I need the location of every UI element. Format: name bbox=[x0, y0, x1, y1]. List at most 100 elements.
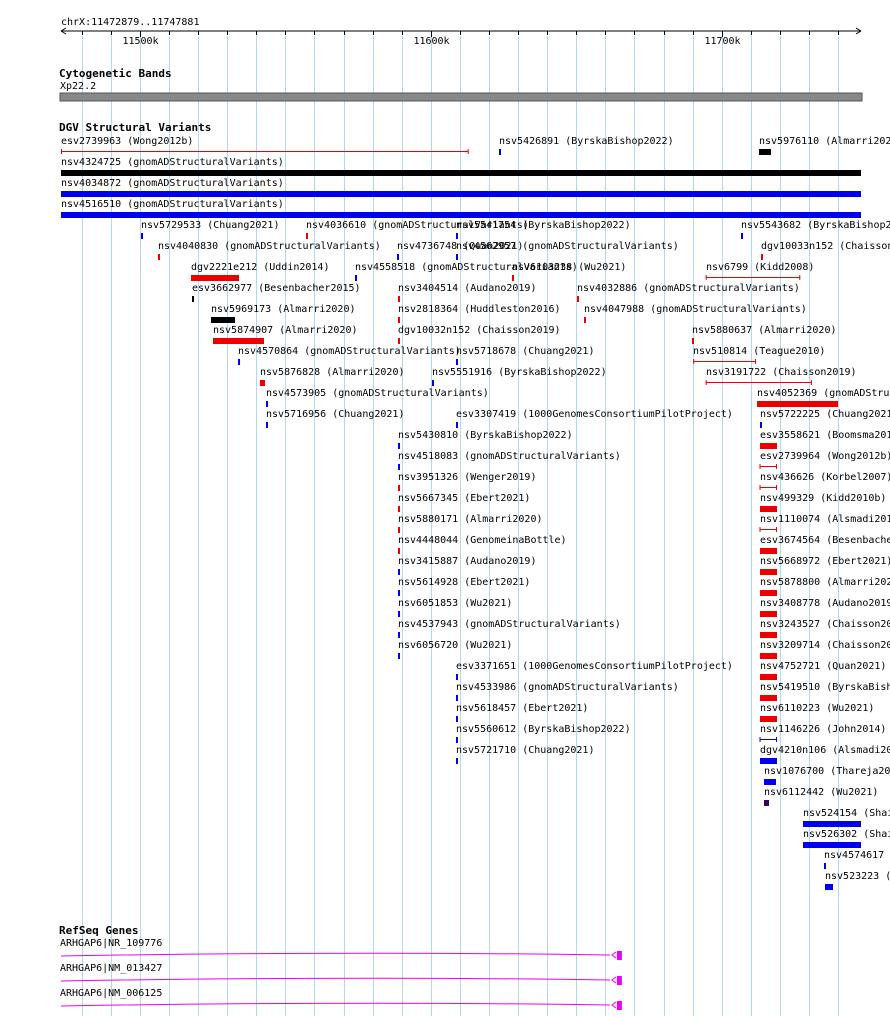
feature-glyph[interactable] bbox=[692, 338, 694, 344]
dgv-feature[interactable]: nsv1076700 (Thareja2015) bbox=[764, 766, 890, 785]
feature-glyph[interactable] bbox=[260, 380, 265, 386]
gene-exon[interactable] bbox=[616, 1001, 622, 1010]
dgv-feature[interactable]: nsv5876828 (Almarri2020) bbox=[260, 367, 405, 386]
dgv-feature[interactable]: nsv6799 (Kidd2008) bbox=[705, 262, 815, 280]
feature-glyph[interactable] bbox=[757, 401, 838, 407]
feature-glyph[interactable] bbox=[456, 674, 458, 680]
dgv-feature[interactable]: dgv10032n152 (Chaisson2019) bbox=[398, 325, 561, 344]
feature-glyph[interactable] bbox=[760, 506, 777, 512]
dgv-feature[interactable]: nsv5878800 (Almarri2020) bbox=[760, 577, 890, 596]
dgv-feature[interactable]: nsv4570864 (gnomADStructuralVariants) bbox=[238, 346, 461, 365]
dgv-feature[interactable]: nsv3408778 (Audano2019) bbox=[760, 598, 890, 617]
feature-glyph[interactable] bbox=[825, 884, 833, 890]
feature-glyph[interactable] bbox=[764, 800, 769, 806]
dgv-feature[interactable]: nsv5543682 (ByrskaBishop2022) bbox=[741, 220, 890, 239]
feature-glyph[interactable] bbox=[760, 695, 777, 701]
feature-glyph[interactable] bbox=[456, 233, 458, 239]
dgv-feature[interactable]: nsv5729533 (Chuang2021) bbox=[141, 220, 279, 239]
feature-glyph[interactable] bbox=[456, 422, 458, 428]
feature-glyph[interactable] bbox=[238, 359, 240, 365]
cytoband-bar[interactable] bbox=[59, 92, 863, 102]
dgv-feature[interactable]: nsv5667345 (Ebert2021) bbox=[398, 493, 530, 512]
dgv-feature[interactable]: nsv4752721 (Quan2021) bbox=[760, 661, 886, 680]
feature-glyph[interactable] bbox=[499, 149, 501, 155]
dgv-feature[interactable]: esv3307419 (1000GenomesConsortiumPilotPr… bbox=[456, 409, 733, 428]
refseq-gene[interactable]: ARHGAP6|NM_006125 bbox=[60, 988, 622, 1010]
dgv-feature[interactable]: dgv4210n106 (Alsmadi2014) bbox=[760, 745, 890, 764]
feature-glyph[interactable] bbox=[760, 569, 777, 575]
gene-exon[interactable] bbox=[616, 951, 622, 960]
feature-glyph[interactable] bbox=[764, 779, 776, 785]
dgv-feature[interactable]: nsv5880171 (Almarri2020) bbox=[398, 514, 543, 533]
dgv-feature[interactable]: esv3674564 (Besenbacher2015) bbox=[760, 535, 890, 554]
feature-glyph[interactable] bbox=[456, 716, 458, 722]
dgv-feature[interactable]: nsv5716956 (Chuang2021) bbox=[266, 409, 404, 428]
dgv-feature[interactable]: nsv5721710 (Chuang2021) bbox=[456, 745, 594, 764]
feature-glyph[interactable] bbox=[512, 275, 514, 281]
dgv-feature[interactable]: nsv510814 (Teague2010) bbox=[693, 346, 825, 364]
dgv-feature[interactable]: nsv5618457 (Ebert2021) bbox=[456, 703, 588, 722]
feature-glyph[interactable] bbox=[761, 254, 763, 260]
feature-glyph[interactable] bbox=[760, 422, 762, 428]
dgv-feature[interactable]: nsv3209714 (Chaisson2019) bbox=[760, 640, 890, 659]
dgv-feature[interactable]: esv3558621 (Boomsma2014) bbox=[760, 430, 890, 449]
feature-glyph[interactable] bbox=[192, 296, 194, 302]
dgv-feature[interactable]: nsv436626 (Korbel2007) bbox=[759, 472, 890, 490]
feature-glyph[interactable] bbox=[398, 611, 400, 617]
feature-glyph[interactable] bbox=[760, 653, 777, 659]
feature-glyph[interactable] bbox=[398, 485, 400, 491]
feature-glyph[interactable] bbox=[760, 716, 777, 722]
dgv-feature[interactable]: nsv2818364 (Huddleston2016) bbox=[398, 304, 561, 323]
dgv-feature[interactable]: nsv6103238 (Wu2021) bbox=[512, 262, 626, 281]
feature-glyph[interactable] bbox=[398, 506, 400, 512]
feature-glyph[interactable] bbox=[456, 695, 458, 701]
dgv-feature[interactable]: nsv5668972 (Ebert2021) bbox=[760, 556, 890, 575]
dgv-feature[interactable]: nsv5560612 (ByrskaBishop2022) bbox=[456, 724, 631, 743]
dgv-feature[interactable]: nsv6056720 (Wu2021) bbox=[398, 640, 512, 659]
feature-glyph[interactable] bbox=[760, 758, 777, 764]
feature-glyph[interactable] bbox=[191, 275, 239, 281]
dgv-feature[interactable]: nsv526302 (Shaikh2009) bbox=[803, 829, 890, 848]
dgv-feature[interactable]: nsv3951326 (Wenger2019) bbox=[398, 472, 536, 491]
feature-glyph[interactable] bbox=[158, 254, 160, 260]
dgv-feature[interactable]: nsv6112442 (Wu2021) bbox=[764, 787, 878, 806]
feature-glyph[interactable] bbox=[397, 254, 399, 260]
feature-glyph[interactable] bbox=[398, 338, 400, 344]
feature-glyph[interactable] bbox=[398, 569, 400, 575]
feature-glyph[interactable] bbox=[760, 674, 777, 680]
dgv-feature[interactable]: esv3662977 (Besenbacher2015) bbox=[192, 283, 361, 302]
refseq-gene[interactable]: ARHGAP6|NM_013427 bbox=[60, 963, 622, 985]
feature-glyph[interactable] bbox=[398, 653, 400, 659]
feature-glyph[interactable] bbox=[355, 275, 357, 281]
feature-glyph[interactable] bbox=[432, 380, 434, 386]
feature-glyph[interactable] bbox=[213, 338, 264, 344]
feature-glyph[interactable] bbox=[398, 548, 400, 554]
feature-glyph[interactable] bbox=[266, 422, 268, 428]
feature-glyph[interactable] bbox=[456, 254, 458, 260]
feature-glyph[interactable] bbox=[266, 401, 268, 407]
dgv-feature[interactable]: nsv5969173 (Almarri2020) bbox=[211, 304, 356, 323]
feature-glyph[interactable] bbox=[760, 590, 777, 596]
dgv-feature[interactable]: esv2739963 (Wong2012b) bbox=[61, 136, 469, 154]
feature-glyph[interactable] bbox=[760, 443, 777, 449]
dgv-feature[interactable]: nsv6110223 (Wu2021) bbox=[760, 703, 874, 722]
dgv-feature[interactable]: esv2739964 (Wong2012b) bbox=[759, 451, 890, 469]
track-refseq-genes[interactable]: RefSeq Genes ARHGAP6|NR_109776 ARHGAP6|NM… bbox=[59, 924, 622, 1010]
dgv-feature[interactable]: nsv4040830 (gnomADStructuralVariants) bbox=[158, 241, 381, 260]
feature-glyph[interactable] bbox=[398, 296, 400, 302]
feature-glyph[interactable] bbox=[398, 632, 400, 638]
dgv-feature[interactable]: nsv5880637 (Almarri2020) bbox=[692, 325, 837, 344]
dgv-feature[interactable]: nsv524154 (Shaikh2009) bbox=[803, 808, 890, 827]
feature-glyph[interactable] bbox=[456, 758, 458, 764]
feature-glyph[interactable] bbox=[760, 632, 777, 638]
feature-glyph[interactable] bbox=[398, 590, 400, 596]
feature-glyph[interactable] bbox=[61, 191, 861, 197]
dgv-feature[interactable]: nsv523223 (Shaikh2009) bbox=[825, 871, 890, 890]
dgv-feature[interactable]: nsv5718678 (Chuang2021) bbox=[456, 346, 594, 365]
feature-glyph[interactable] bbox=[398, 317, 400, 323]
dgv-feature[interactable]: nsv3191722 (Chaisson2019) bbox=[705, 367, 857, 385]
dgv-feature[interactable]: nsv4448044 (GenomeinaBottle) bbox=[398, 535, 567, 554]
feature-glyph[interactable] bbox=[456, 359, 458, 365]
feature-glyph[interactable] bbox=[741, 233, 743, 239]
dgv-feature[interactable]: nsv5976110 (Almarri2020) bbox=[759, 136, 890, 155]
